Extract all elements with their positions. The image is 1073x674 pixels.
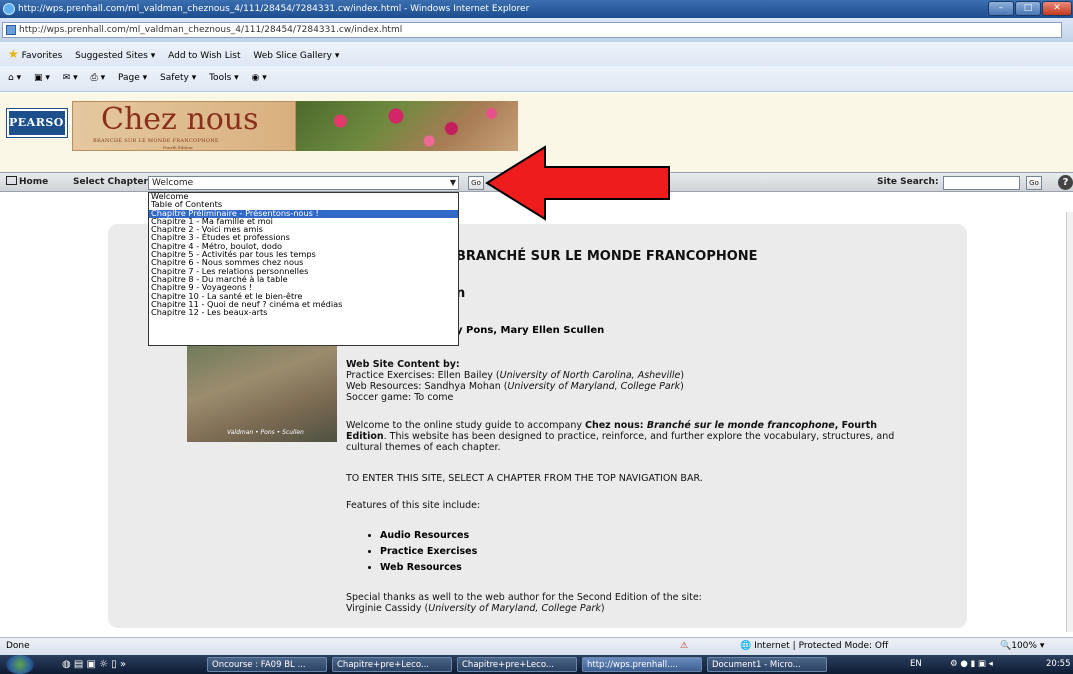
minimize-icon[interactable]: – (988, 1, 1014, 16)
chapter-select[interactable]: Welcome ▼ (148, 176, 459, 190)
favorites-button[interactable]: ★ Favorites (8, 42, 62, 68)
status-bar: Done ⚠ 🌐 Internet | Protected Mode: Off … (0, 637, 1073, 655)
features-list: Audio Resources Practice Exercises Web R… (364, 528, 477, 576)
window-title-bar: http://wps.prenhall.com/ml_valdman_chezn… (0, 0, 1073, 18)
page-icon (6, 25, 16, 35)
site-search-label: Site Search: (877, 177, 939, 187)
book-cover-image: Valdman • Pons • Scullen (187, 340, 337, 442)
tray-icons[interactable]: ⚙ ● ▮ ▣ ◂ (950, 655, 993, 674)
dropdown-option[interactable]: Chapitre 12 - Les beaux-arts (149, 308, 458, 317)
status-text: Done (6, 641, 30, 651)
pearson-logo: PEARSON (6, 108, 74, 138)
page-heading: BRANCHÉ SUR LE MONDE FRANCOPHONE (456, 249, 758, 264)
language-indicator[interactable]: EN (910, 655, 922, 674)
ie-logo-icon (3, 3, 15, 15)
feeds-icon[interactable]: ▣ ▾ (34, 66, 50, 90)
chapter-go-button[interactable]: Go (468, 176, 484, 190)
home-icon (6, 176, 17, 185)
taskbar-item[interactable]: Document1 - Micro... (707, 657, 827, 672)
window-title: http://wps.prenhall.com/ml_valdman_chezn… (18, 4, 530, 14)
vertical-scrollbar[interactable] (1066, 212, 1073, 632)
web-content-credits: Web Site Content by: Practice Exercises:… (346, 359, 685, 403)
print-icon[interactable]: ⎙ ▾ (91, 66, 106, 90)
zone-text: 🌐 Internet | Protected Mode: Off (740, 641, 889, 651)
help-menu-icon[interactable]: ◉ ▾ (252, 66, 267, 90)
maximize-icon[interactable]: □ (1015, 1, 1041, 16)
chez-nous-logo: Chez nous BRANCHÉ SUR LE MONDE FRANCOPHO… (72, 101, 296, 151)
quick-launch-icons[interactable]: ◍ ▤ ▣ ☼ ▯ » (62, 655, 126, 674)
taskbar-item[interactable]: Chapitre+pre+Leco... (332, 657, 452, 672)
address-bar: http://wps.prenhall.com/ml_valdman_chezn… (0, 18, 1073, 42)
page-menu[interactable]: Page ▾ (118, 66, 147, 90)
close-icon[interactable]: ✕ (1042, 1, 1072, 16)
command-bar: ⌂ ▾ ▣ ▾ ✉ ▾ ⎙ ▾ Page ▾ Safety ▾ Tools ▾ … (0, 66, 1073, 92)
list-item: Audio Resources (380, 528, 477, 544)
authors-line: y Pons, Mary Ellen Scullen (456, 325, 605, 336)
url-input[interactable]: http://wps.prenhall.com/ml_valdman_chezn… (2, 22, 1062, 38)
chevron-down-icon: ▼ (449, 178, 456, 187)
home-button[interactable]: Home (6, 176, 48, 188)
start-button[interactable] (6, 655, 34, 674)
chapter-dropdown-list[interactable]: Welcome Table of Contents Chapitre Préli… (148, 192, 459, 346)
search-go-button[interactable]: Go (1026, 176, 1042, 190)
list-item: Web Resources (380, 560, 477, 576)
enter-instructions: TO ENTER THIS SITE, SELECT A CHAPTER FRO… (346, 473, 703, 484)
web-slice-link[interactable]: Web Slice Gallery ▾ (253, 44, 339, 68)
suggested-sites-link[interactable]: Suggested Sites ▾ (75, 44, 155, 68)
red-arrow-annotation (485, 145, 670, 221)
zoom-control[interactable]: 🔍100% ▾ (1000, 638, 1044, 655)
wishlist-link[interactable]: Add to Wish List (168, 44, 240, 68)
windows-taskbar: ◍ ▤ ▣ ☼ ▯ » Oncourse : FA09 BL ... Chapi… (0, 655, 1073, 674)
privacy-icon: ⚠ (680, 641, 689, 651)
safety-menu[interactable]: Safety ▾ (160, 66, 196, 90)
site-search-input[interactable] (943, 176, 1020, 190)
taskbar-item-active[interactable]: http://wps.prenhall.... (582, 657, 702, 672)
taskbar-item[interactable]: Chapitre+pre+Leco... (457, 657, 577, 672)
select-chapter-label: Select Chapter: (73, 177, 152, 187)
mail-icon[interactable]: ✉ ▾ (63, 66, 78, 90)
welcome-paragraph: Welcome to the online study guide to acc… (346, 420, 895, 453)
taskbar-item[interactable]: Oncourse : FA09 BL ... (207, 657, 327, 672)
thanks-paragraph: Special thanks as well to the web author… (346, 592, 702, 614)
features-intro: Features of this site include: (346, 500, 481, 511)
home-page-icon[interactable]: ⌂ ▾ (8, 66, 21, 90)
list-item: Practice Exercises (380, 544, 477, 560)
clock[interactable]: 20:55 (1046, 655, 1071, 674)
favorites-bar: ★ Favorites Suggested Sites ▾ Add to Wis… (0, 42, 1073, 66)
help-icon[interactable]: ? (1058, 175, 1073, 190)
star-icon: ★ (8, 47, 19, 61)
tools-menu[interactable]: Tools ▾ (209, 66, 239, 90)
